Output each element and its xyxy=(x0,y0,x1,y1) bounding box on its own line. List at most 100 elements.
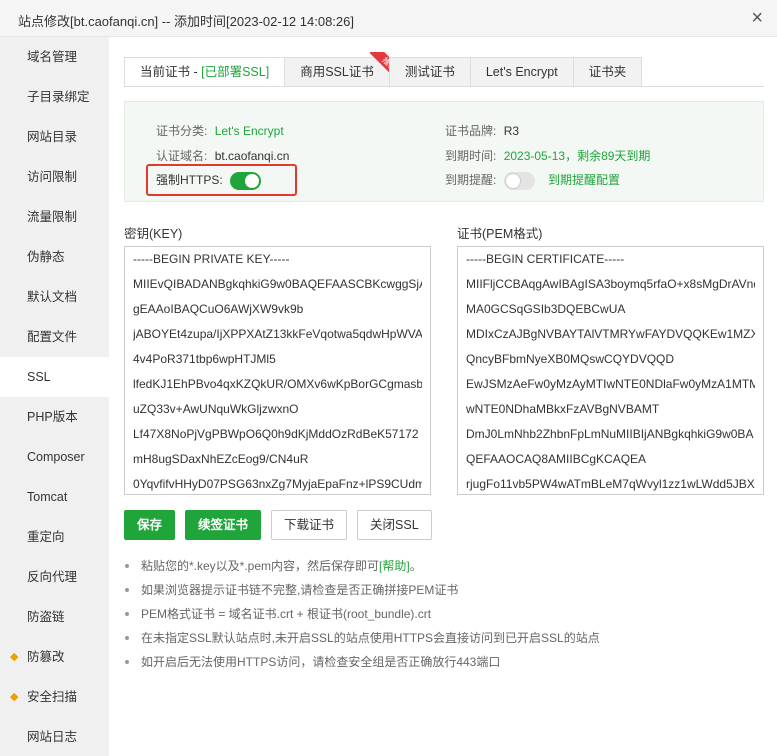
expiry-reminder-config-link[interactable]: 到期提醒配置 xyxy=(548,173,620,187)
key-line: gEAAoIBAQCuO6AWjXW9vk9b xyxy=(133,302,304,316)
sidebar-item-label: 配置文件 xyxy=(27,330,78,344)
cert-brand-label: 证书品牌: xyxy=(445,124,497,138)
tab-current-cert-label: 当前证书 - xyxy=(140,65,202,79)
key-label: 密钥(KEY) xyxy=(124,227,183,241)
cert-line: -----BEGIN CERTIFICATE----- xyxy=(466,252,625,266)
cert-domain-label: 认证域名: xyxy=(156,149,208,163)
sidebar-item-hotlink-protection[interactable]: 防盗链 xyxy=(0,597,109,637)
help-link[interactable]: [帮助] xyxy=(379,559,410,573)
note-item: 如果浏览器提示证书链不完整,请检查是否正确拼接PEM证书 xyxy=(125,578,765,602)
cert-info-panel: 证书分类: Let's Encrypt 认证域名: bt.caofanqi.cn… xyxy=(124,101,764,202)
sidebar-item-redirect[interactable]: 重定向 xyxy=(0,517,109,557)
cert-expiry-value: 2023-05-13，剩余89天到期 xyxy=(503,149,651,163)
sidebar-item-label: 网站日志 xyxy=(27,730,78,744)
sidebar-item-access-limit[interactable]: 访问限制 xyxy=(0,157,109,197)
key-line: jABOYEt4zupa/IjXPPXAtZ13kkFeVqotwa5qdwHp… xyxy=(133,327,422,341)
sidebar-item-label: 流量限制 xyxy=(27,210,78,224)
sidebar-item-domain[interactable]: 域名管理 xyxy=(0,37,109,77)
close-icon[interactable]: × xyxy=(751,8,763,28)
cert-line: EwJSMzAeFw0yMzAyMTIwNTE0NDlaFw0yMzA1MTM xyxy=(466,377,755,391)
sidebar-item-label: PHP版本 xyxy=(27,410,78,424)
sidebar-item-reverse-proxy[interactable]: 反向代理 xyxy=(0,557,109,597)
cert-category-row: 证书分类: Let's Encrypt xyxy=(156,122,284,139)
window-titlebar: 站点修改[bt.caofanqi.cn] -- 添加时间[2023-02-12 … xyxy=(0,0,777,37)
cert-brand-row: 证书品牌: R3 xyxy=(445,122,519,139)
toggle-knob xyxy=(505,173,520,188)
sidebar-item-php-version[interactable]: PHP版本 xyxy=(0,397,109,437)
key-line: 4v4PoR371tbp6wpHTJMl5 xyxy=(133,352,276,366)
tab-commercial-ssl-label: 商用SSL证书 xyxy=(300,65,374,79)
tab-current-cert-status: [已部署SSL] xyxy=(201,65,270,79)
diamond-icon: ◆ xyxy=(10,691,19,703)
close-ssl-button[interactable]: 关闭SSL xyxy=(357,510,432,540)
sidebar-item-default-doc[interactable]: 默认文档 xyxy=(0,277,109,317)
cert-line: MDIxCzAJBgNVBAYTAlVTMRYwFAYDVQQKEw1MZX xyxy=(466,327,755,341)
cert-category-value: Let's Encrypt xyxy=(214,124,284,138)
sidebar-item-rewrite[interactable]: 伪静态 xyxy=(0,237,109,277)
sidebar-item-site-dir[interactable]: 网站目录 xyxy=(0,117,109,157)
expiry-reminder-toggle[interactable] xyxy=(503,171,535,190)
note-item: 如开启后无法使用HTTPS访问，请检查安全组是否正确放行443端口 xyxy=(125,650,765,674)
tab-current-cert[interactable]: 当前证书 - [已部署SSL] xyxy=(124,57,286,87)
sidebar-item-ssl[interactable]: SSL xyxy=(0,357,109,397)
sidebar-item-config-file[interactable]: 配置文件 xyxy=(0,317,109,357)
sidebar-item-tamper-proof[interactable]: ◆ 防篡改 xyxy=(0,637,109,677)
sidebar-item-label: 访问限制 xyxy=(27,170,78,184)
sidebar-item-label: 网站目录 xyxy=(27,130,78,144)
cert-line: rjugFo11vb5PW4wATmBLeM7qWvyl1zz1wLWdd5JB… xyxy=(466,477,755,491)
diamond-icon: ◆ xyxy=(10,651,19,663)
tab-lets-encrypt[interactable]: Let's Encrypt xyxy=(469,57,574,87)
key-line: mH8ugSDaxNhEZcEog9/CN4uR xyxy=(133,452,309,466)
sidebar-item-security-scan[interactable]: ◆ 安全扫描 xyxy=(0,677,109,717)
note-item: 在未指定SSL默认站点时,未开启SSL的站点使用HTTPS会直接访问到已开启SS… xyxy=(125,626,765,650)
sidebar-item-label: 防盗链 xyxy=(27,610,65,624)
tab-cert-folder[interactable]: 证书夹 xyxy=(572,57,643,87)
key-line: 0YqvfifvHHyD07PSG63nxZg7MyjaEpaFnz+lPS9C… xyxy=(133,477,422,491)
sidebar-item-label: 重定向 xyxy=(27,530,65,544)
main-panel: 当前证书 - [已部署SSL] 商用SSL证书推荐 测试证书 Let's Enc… xyxy=(109,37,777,756)
key-line: uZQ33v+AwUNquWkGljzwxnO xyxy=(133,402,299,416)
expiry-reminder-label: 到期提醒: xyxy=(445,173,497,187)
tab-cert-folder-label: 证书夹 xyxy=(588,65,627,79)
cert-line: wNTE0NDhaMBkxFzAVBgNVBAMT xyxy=(466,402,660,416)
certificate-textarea[interactable]: -----BEGIN CERTIFICATE----- MIIFljCCBAqg… xyxy=(457,246,764,495)
tab-test-cert[interactable]: 测试证书 xyxy=(388,57,471,87)
window-title: 站点修改[bt.caofanqi.cn] -- 添加时间[2023-02-12 … xyxy=(18,14,354,29)
cert-domain-row: 认证域名: bt.caofanqi.cn xyxy=(156,147,289,164)
key-line: lfedKJ1EhPBvo4qxKZQkUR/OMXv6wKpBorGCgmas… xyxy=(133,377,422,391)
note-paste-suffix: 。 xyxy=(409,559,422,573)
sidebar-item-label: 防篡改 xyxy=(27,650,65,664)
renew-cert-button[interactable]: 续签证书 xyxy=(185,510,262,540)
cert-category-label: 证书分类: xyxy=(156,124,208,138)
sidebar-item-traffic-limit[interactable]: 流量限制 xyxy=(0,197,109,237)
cert-domain-value: bt.caofanqi.cn xyxy=(214,149,290,163)
tab-commercial-ssl[interactable]: 商用SSL证书推荐 xyxy=(284,52,403,87)
tab-divider xyxy=(124,86,764,87)
sidebar-item-site-log[interactable]: 网站日志 xyxy=(0,717,109,756)
highlight-box xyxy=(146,164,297,196)
sidebar-item-label: Composer xyxy=(27,450,85,464)
cert-line: DmJ0LmNhb2ZhbnFpLmNuMIIBIjANBgkqhkiG9w0B… xyxy=(466,427,754,441)
save-button[interactable]: 保存 xyxy=(124,510,176,540)
cert-expiry-label: 到期时间: xyxy=(445,149,497,163)
cert-line: MIIFljCCBAqgAwIBAgISA3boymq5rfaO+x8sMgDr… xyxy=(466,277,755,291)
sidebar-item-label: 反向代理 xyxy=(27,570,78,584)
sidebar-item-label: 伪静态 xyxy=(27,250,65,264)
private-key-textarea[interactable]: -----BEGIN PRIVATE KEY----- MIIEvQIBADAN… xyxy=(124,246,431,495)
sidebar-item-label: 域名管理 xyxy=(27,50,78,64)
action-buttons: 保存 续签证书 下载证书 关闭SSL xyxy=(124,510,442,540)
sidebar: 域名管理 子目录绑定 网站目录 访问限制 流量限制 伪静态 默认文档 配置文件 … xyxy=(0,37,109,756)
cert-line: QncyBFbmNyeXB0MQswCQYDVQQD xyxy=(466,352,675,366)
sidebar-item-tomcat[interactable]: Tomcat xyxy=(0,477,109,517)
cert-line: MA0GCSqGSIb3DQEBCwUA xyxy=(466,302,626,316)
sidebar-item-label: 子目录绑定 xyxy=(27,90,90,104)
key-line: MIIEvQIBADANBgkqhkiG9w0BAQEFAASCBKcwggSj… xyxy=(133,277,422,291)
expiry-reminder-row: 到期提醒: 到期提醒配置 xyxy=(445,171,620,190)
key-line: -----BEGIN PRIVATE KEY----- xyxy=(133,252,290,266)
help-notes: 粘贴您的*.key以及*.pem内容，然后保存即可[帮助]。 如果浏览器提示证书… xyxy=(125,554,765,674)
sidebar-item-subdir-binding[interactable]: 子目录绑定 xyxy=(0,77,109,117)
download-cert-button[interactable]: 下载证书 xyxy=(271,510,348,540)
cert-pem-label: 证书(PEM格式) xyxy=(457,227,543,241)
sidebar-item-composer[interactable]: Composer xyxy=(0,437,109,477)
ssl-tabs: 当前证书 - [已部署SSL] 商用SSL证书推荐 测试证书 Let's Enc… xyxy=(124,52,643,87)
